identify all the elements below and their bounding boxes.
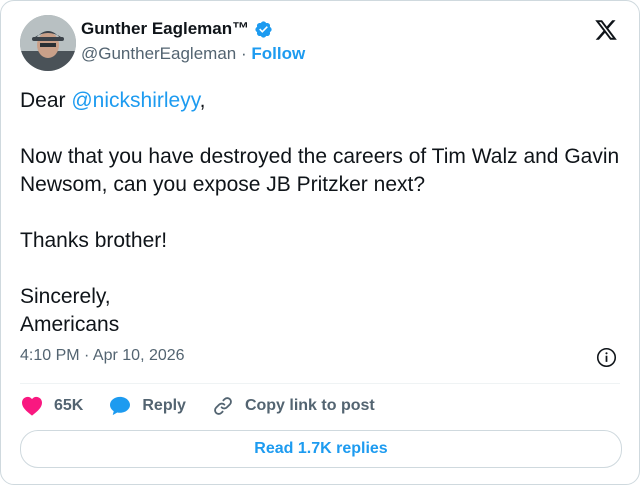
post-signoff: Sincerely, [20,285,111,308]
read-replies-label: Read 1.7K replies [254,440,388,457]
author-handle[interactable]: @GuntherEagleman [81,44,236,63]
reply-label: Reply [142,397,186,414]
read-replies-button[interactable]: Read 1.7K replies [20,430,622,468]
follow-button[interactable]: Follow [251,44,305,63]
post-text: Dear @nickshirleyy, Now that you have de… [20,87,630,339]
avatar[interactable] [20,15,76,71]
post-line-2: Now that you have destroyed the careers … [20,145,620,196]
x-logo-icon[interactable] [593,18,619,42]
handle-separator: · [240,44,247,63]
info-icon[interactable] [596,347,617,368]
reply-bubble-icon [110,396,131,416]
link-icon [214,397,232,415]
mention-link[interactable]: @nickshirleyy [71,89,199,112]
post-line-3: Thanks brother! [20,229,168,252]
like-count: 65K [54,397,84,414]
embedded-post-card: Gunther Eagleman™ @GuntherEagleman · Fol… [0,0,640,485]
divider [20,383,620,384]
copy-link-button[interactable]: Copy link to post [212,395,375,417]
like-button[interactable]: 65K [21,396,83,416]
post-timestamp[interactable]: 4:10 PM · Apr 10, 2026 [20,347,185,365]
greeting-suffix: , [199,89,206,112]
copy-link-label: Copy link to post [244,397,375,414]
post-signature: Americans [20,313,120,336]
heart-icon [22,396,42,416]
greeting-prefix: Dear [20,89,72,112]
author-display-name[interactable]: Gunther Eagleman™ [81,19,249,39]
verified-badge-icon [255,20,272,38]
post-greeting: Dear @nickshirleyy, [20,87,630,115]
reply-button[interactable]: Reply [109,396,186,416]
